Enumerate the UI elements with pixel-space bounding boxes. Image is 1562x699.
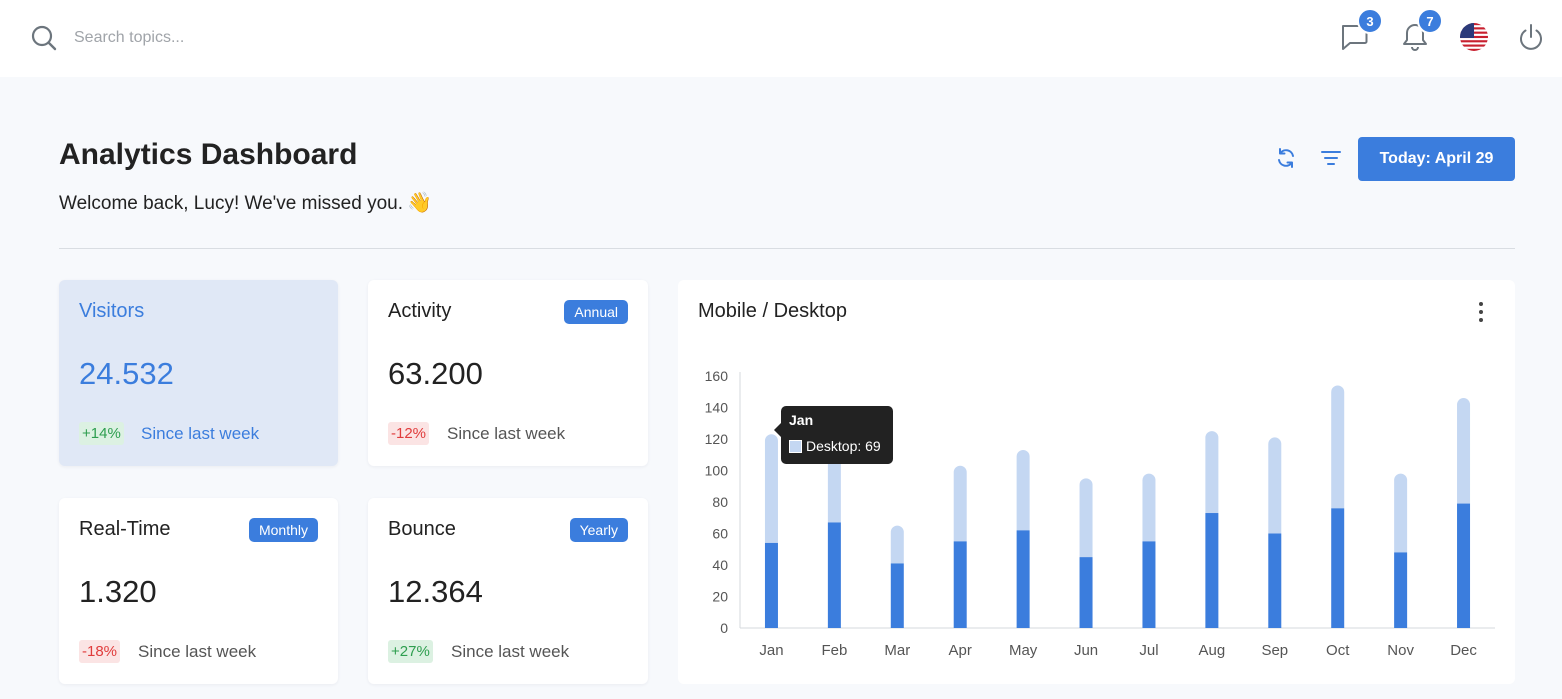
y-tick-label: 120: [705, 431, 729, 447]
bar-mobile: [1016, 530, 1030, 628]
bar-mobile: [827, 522, 841, 628]
filter-icon: [1321, 151, 1341, 165]
stat-card-value: 1.320: [79, 574, 157, 609]
bar-mobile: [1079, 557, 1093, 628]
today-date-button[interactable]: Today: April 29: [1358, 137, 1515, 181]
header-divider: [59, 248, 1515, 249]
stat-card-title: Bounce: [388, 518, 456, 540]
stat-card-since: Since last week: [141, 424, 260, 443]
stat-card-title: Visitors: [79, 300, 145, 322]
bar-desktop: [1016, 450, 1030, 531]
bar-mobile: [1142, 541, 1156, 628]
x-tick-label: Aug: [1199, 642, 1226, 659]
bar-desktop: [1394, 473, 1408, 553]
page-title: Analytics Dashboard: [59, 138, 358, 171]
y-tick-label: 40: [712, 557, 728, 573]
stat-card-since: Since last week: [138, 642, 257, 661]
x-tick-label: Jun: [1074, 642, 1098, 659]
stat-card-value: 12.364: [388, 574, 483, 609]
mobile-desktop-chart: 0 20 40 60 80 100 120 140 160 Jan Feb Mar Apr May Jun J…: [705, 368, 1495, 659]
stat-card-delta: +14%: [79, 422, 124, 445]
bar-desktop: [1079, 478, 1093, 558]
y-tick-label: 60: [712, 526, 728, 542]
stat-card-delta: -12%: [388, 422, 430, 445]
notifications-badge: 7: [1417, 8, 1443, 34]
notifications-button[interactable]: 7: [1400, 8, 1443, 52]
period-badge-monthly: Monthly: [248, 518, 318, 542]
search-icon[interactable]: [31, 25, 57, 51]
stat-card-since: Since last week: [447, 424, 566, 443]
bar-mobile: [1394, 552, 1408, 628]
stat-card-bounce: Bounce Yearly 12.364 +27% Since last wee…: [368, 498, 648, 684]
bar-mobile: [1331, 508, 1345, 628]
chart-tooltip: Jan Desktop: 69: [774, 406, 893, 464]
welcome-text: Welcome back, Lucy! We've missed you.: [59, 193, 404, 214]
x-tick-label: Sep: [1261, 642, 1288, 659]
x-tick-label: Jan: [759, 642, 783, 659]
bar-mobile: [890, 563, 904, 628]
stat-card-since: Since last week: [451, 642, 570, 661]
x-tick-label: Dec: [1450, 642, 1477, 659]
bar-mobile: [1457, 503, 1471, 628]
mobile-desktop-chart-card: 0 20 40 60 80 100 120 140 160 Jan Feb Mar Apr May Jun J…: [678, 280, 1515, 684]
bar-desktop: [890, 525, 904, 564]
language-flag-button[interactable]: [1460, 23, 1488, 51]
us-flag-icon: [1460, 23, 1488, 51]
more-options-icon[interactable]: [1471, 301, 1491, 323]
x-tick-label: Nov: [1387, 642, 1414, 659]
period-badge-yearly: Yearly: [569, 518, 628, 542]
messages-button[interactable]: 3: [1340, 8, 1383, 52]
stat-card-value: 63.200: [388, 356, 483, 391]
refresh-icon: [1278, 148, 1294, 168]
stat-card-title: Real-Time: [79, 518, 171, 540]
stat-card-delta: -18%: [79, 640, 121, 663]
bar-mobile: [1205, 513, 1219, 628]
y-tick-label: 140: [705, 400, 729, 416]
bar-desktop: [1331, 385, 1345, 509]
filter-button[interactable]: [1316, 143, 1346, 173]
x-tick-label: Mar: [884, 642, 910, 659]
x-tick-label: Oct: [1326, 642, 1350, 659]
waving-hand-icon: 👋: [407, 192, 432, 214]
stat-card-title: Activity: [388, 300, 452, 322]
y-tick-label: 0: [720, 620, 728, 636]
bar-desktop: [764, 434, 778, 543]
stat-card-visitors: Visitors 24.532 +14% Since last week: [59, 280, 338, 466]
y-tick-label: 160: [705, 368, 729, 384]
x-tick-label: Apr: [949, 642, 972, 659]
tooltip-label: Desktop: 69: [806, 438, 881, 454]
bar-desktop: [1142, 473, 1156, 542]
stat-card-activity: Activity Annual 63.200 -12% Since last w…: [368, 280, 648, 466]
tooltip-title: Jan: [789, 412, 814, 428]
y-tick-label: 80: [712, 494, 728, 510]
bar-mobile: [953, 541, 967, 628]
bar-mobile: [764, 542, 778, 628]
stat-card-real-time: Real-Time Monthly 1.320 -18% Since last …: [59, 498, 338, 684]
x-tick-label: Jul: [1139, 642, 1158, 659]
x-tick-label: May: [1009, 642, 1038, 659]
tooltip-swatch: [789, 440, 802, 453]
power-icon[interactable]: [1517, 22, 1545, 52]
bar-desktop: [1268, 437, 1282, 534]
stat-card-delta: +27%: [388, 640, 433, 663]
top-bar: 3 7: [0, 0, 1562, 77]
bar-desktop: [953, 465, 967, 542]
refresh-button[interactable]: [1271, 143, 1301, 173]
x-tick-label: Feb: [821, 642, 847, 659]
messages-badge: 3: [1357, 8, 1383, 34]
search-input[interactable]: [62, 22, 462, 54]
stat-card-value: 24.532: [79, 356, 174, 391]
period-badge-annual: Annual: [564, 300, 628, 324]
bar-mobile: [1268, 533, 1282, 628]
bar-desktop: [1205, 431, 1219, 514]
y-tick-label: 20: [712, 589, 728, 605]
welcome-message: Welcome back, Lucy! We've missed you. 👋: [59, 190, 432, 215]
bar-desktop: [1457, 398, 1471, 504]
y-tick-label: 100: [705, 463, 729, 479]
chart-title: Mobile / Desktop: [698, 300, 847, 322]
